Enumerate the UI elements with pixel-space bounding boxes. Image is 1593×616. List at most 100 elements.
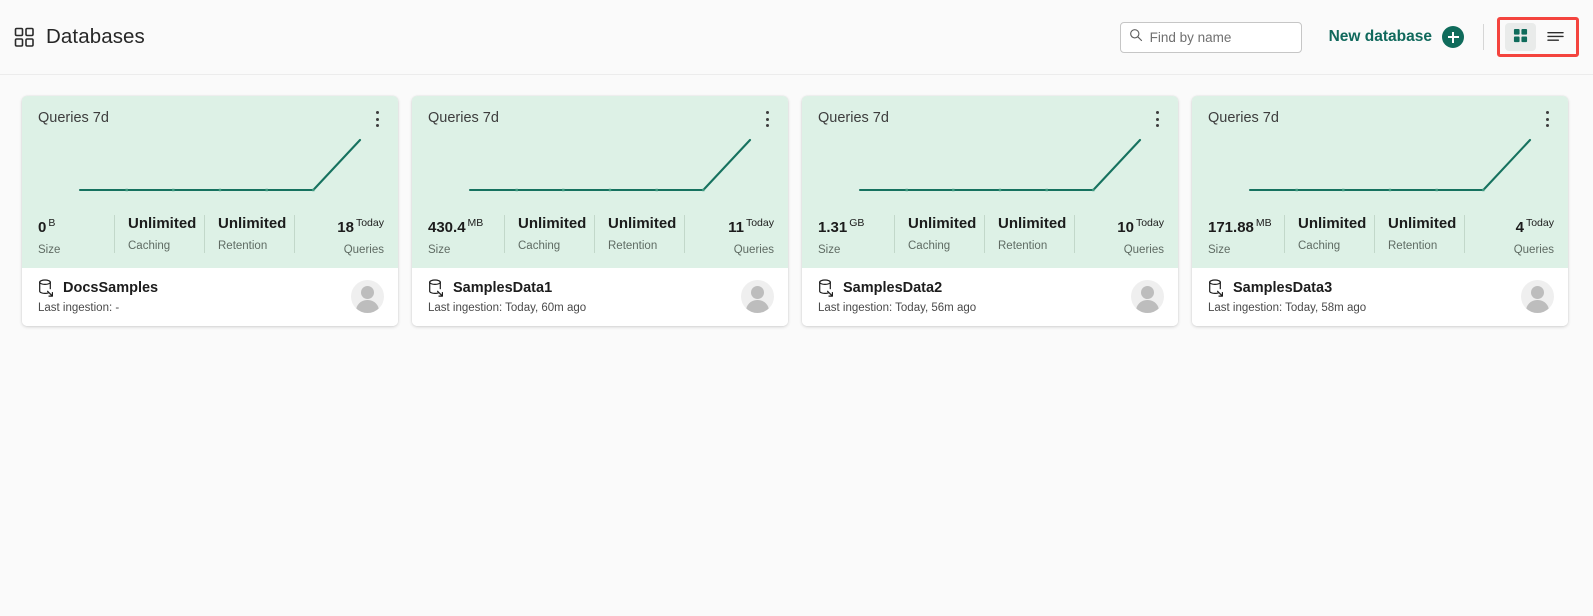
grid-icon [14, 27, 35, 48]
avatar-head [1531, 285, 1544, 299]
database-name-row: SamplesData1 [428, 279, 586, 297]
stat-queries-value: 11 [728, 219, 744, 236]
card-chart-area: Queries 7d 1.31 GB Size Unlimited Caching… [802, 96, 1178, 268]
stat-size-value: 171.88 [1208, 219, 1254, 236]
queries-sparkline [858, 138, 1142, 192]
stat-size: 171.88 MB Size [1208, 214, 1284, 256]
avatar [351, 280, 384, 313]
stat-queries-value: 4 [1515, 219, 1524, 236]
more-options-icon[interactable] [1538, 109, 1556, 129]
database-icon [428, 279, 444, 297]
search-input[interactable] [1149, 29, 1293, 45]
search-box[interactable] [1119, 21, 1302, 53]
more-options-icon[interactable] [368, 109, 386, 129]
avatar-body [1136, 300, 1159, 313]
stat-caching-label: Caching [128, 240, 171, 252]
stat-size: 0B Size [38, 214, 114, 256]
card-database-row[interactable]: SamplesData1 Last ingestion: Today, 60m … [412, 268, 788, 326]
database-card[interactable]: Queries 7d 171.88 MB Size Unlimited Cachi… [1192, 96, 1568, 326]
stat-size-label: Size [1208, 244, 1231, 256]
card-chart-area: Queries 7d 430.4 MB Size Unlimited Cachin… [412, 96, 788, 268]
stat-retention: Unlimited Retention [984, 214, 1074, 256]
card-database-row[interactable]: SamplesData3 Last ingestion: Today, 58m … [1192, 268, 1568, 326]
card-chart-title: Queries 7d [1208, 110, 1279, 126]
card-chart-area: Queries 7d 0B Size Unlimited Caching Unl… [22, 96, 398, 268]
card-database-row[interactable]: SamplesData2 Last ingestion: Today, 56m … [802, 268, 1178, 326]
card-stats: 171.88 MB Size Unlimited Caching Unlimite… [1208, 214, 1556, 256]
stat-retention-label: Retention [218, 240, 268, 252]
database-name-row: SamplesData2 [818, 279, 976, 297]
stat-queries-unit: Today [1525, 217, 1554, 229]
database-icon [818, 279, 834, 297]
stat-size-label: Size [428, 244, 451, 256]
card-stats: 0B Size Unlimited Caching Unlimited Rete… [38, 214, 386, 256]
database-name-row: DocsSamples [38, 279, 158, 297]
stat-size-label: Size [818, 244, 841, 256]
stat-queries-unit: Today [355, 217, 384, 229]
more-options-icon[interactable] [1148, 109, 1166, 129]
stat-size-value: 0 [38, 219, 47, 236]
card-stats: 1.31 GB Size Unlimited Caching Unlimited … [818, 214, 1166, 256]
page-header: Databases New database [0, 0, 1593, 75]
queries-sparkline [1248, 138, 1532, 192]
grid-view-button[interactable] [1505, 23, 1536, 51]
stat-retention: Unlimited Retention [594, 214, 684, 256]
queries-sparkline [468, 138, 752, 192]
database-name-row: SamplesData3 [1208, 279, 1366, 297]
database-card[interactable]: Queries 7d 1.31 GB Size Unlimited Caching… [802, 96, 1178, 326]
stat-caching: Unlimited Caching [894, 214, 984, 256]
stat-queries-value: 18 [337, 219, 354, 236]
avatar [1521, 280, 1554, 313]
last-ingestion-text: Last ingestion: Today, 56m ago [818, 302, 977, 314]
stat-queries: 11 Today Queries [684, 214, 776, 256]
avatar-body [1526, 300, 1549, 313]
stat-size-unit: GB [849, 217, 865, 229]
stat-queries-label: Queries [1513, 244, 1554, 256]
database-icon [38, 279, 54, 297]
last-ingestion-text: Last ingestion: - [38, 302, 120, 314]
header-divider [1483, 24, 1484, 50]
stat-retention-label: Retention [998, 240, 1048, 252]
database-info: SamplesData1 Last ingestion: Today, 60m … [428, 279, 586, 314]
database-card-grid: Queries 7d 0B Size Unlimited Caching Unl… [0, 75, 1593, 326]
stat-queries-label: Queries [343, 244, 384, 256]
database-info: DocsSamples Last ingestion: - [38, 279, 158, 314]
database-name: DocsSamples [63, 280, 159, 296]
database-name: SamplesData3 [1233, 280, 1333, 296]
avatar [1131, 280, 1164, 313]
search-icon [1129, 28, 1143, 47]
stat-retention-label: Retention [1388, 240, 1438, 252]
stat-queries-value: 10 [1117, 219, 1134, 236]
new-database-label: New database [1328, 28, 1432, 45]
view-toggle-group [1497, 17, 1579, 57]
stat-caching: Unlimited Caching [114, 214, 204, 256]
card-chart-title: Queries 7d [818, 110, 889, 126]
last-ingestion-text: Last ingestion: Today, 58m ago [1208, 302, 1367, 314]
stat-retention: Unlimited Retention [1374, 214, 1464, 256]
plus-icon[interactable] [1442, 26, 1464, 48]
stat-retention-value: Unlimited [218, 215, 287, 232]
stat-caching-label: Caching [908, 240, 951, 252]
stat-size-unit: MB [1255, 217, 1272, 229]
stat-retention-value: Unlimited [1388, 215, 1457, 232]
database-icon [1208, 279, 1224, 297]
stat-caching-value: Unlimited [1298, 215, 1367, 232]
stat-retention: Unlimited Retention [204, 214, 294, 256]
new-database-button[interactable]: New database [1329, 26, 1464, 48]
stat-retention-label: Retention [608, 240, 658, 252]
database-name: SamplesData1 [453, 280, 553, 296]
more-options-icon[interactable] [758, 109, 776, 129]
queries-sparkline [78, 138, 362, 192]
list-view-icon [1546, 28, 1565, 46]
stat-size-unit: B [48, 217, 56, 229]
list-view-button[interactable] [1540, 23, 1571, 51]
stat-caching-value: Unlimited [908, 215, 977, 232]
stat-queries: 10 Today Queries [1074, 214, 1166, 256]
database-card[interactable]: Queries 7d 430.4 MB Size Unlimited Cachin… [412, 96, 788, 326]
card-database-row[interactable]: DocsSamples Last ingestion: - [22, 268, 398, 326]
database-card[interactable]: Queries 7d 0B Size Unlimited Caching Unl… [22, 96, 398, 326]
stat-size-value: 430.4 [428, 219, 466, 236]
page-title: Databases [46, 25, 145, 48]
stat-queries: 18 Today Queries [294, 214, 386, 256]
stat-size-unit: MB [467, 217, 484, 229]
